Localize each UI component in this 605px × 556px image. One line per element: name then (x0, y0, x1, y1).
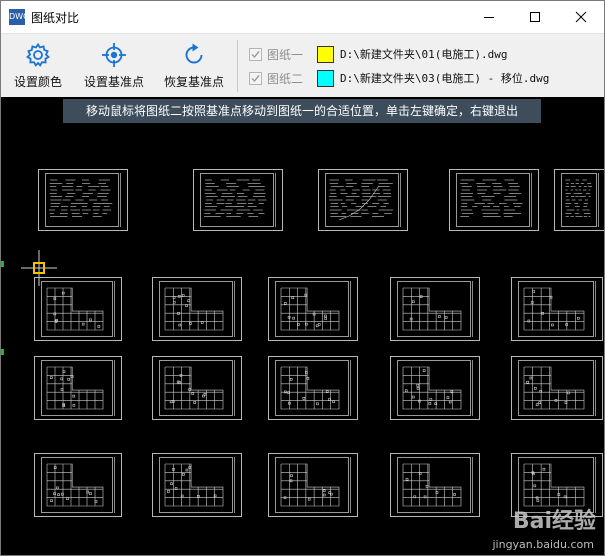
drawing-sheet-thumbnail (390, 277, 480, 341)
restore-base-point-label: 恢复基准点 (163, 75, 224, 89)
drawing-sheet-thumbnail (268, 453, 358, 517)
drawing2-color-swatch[interactable] (317, 69, 334, 87)
minimize-icon (484, 17, 494, 18)
sheet-linework (49, 179, 113, 217)
sheet-linework (164, 287, 224, 331)
sheet-linework (523, 366, 585, 410)
drawing-canvas[interactable]: 移动鼠标将图纸二按照基准点移动到图纸一的合适位置，单击左键确定，右键退出 Bai… (1, 97, 604, 555)
drawing1-color-swatch[interactable] (317, 45, 334, 63)
drawing-sheet-thumbnail (34, 453, 122, 517)
sheet-linework (164, 366, 224, 410)
drawing-sheet-thumbnail (449, 169, 539, 231)
window-title: 图纸对比 (31, 10, 80, 25)
drawing-sheet-thumbnail (268, 277, 358, 341)
instruction-hint: 移动鼠标将图纸二按照基准点移动到图纸一的合适位置，单击左键确定，右键退出 (63, 99, 541, 123)
app-icon: DWG (9, 9, 29, 25)
drawing-sheet-thumbnail (38, 169, 128, 231)
window-controls (466, 1, 604, 33)
close-icon (575, 11, 587, 23)
set-color-label: 设置颜色 (13, 75, 62, 89)
sheet-linework (402, 463, 462, 507)
watermark-url: jingyan.baidu.com (492, 538, 594, 551)
drawing1-label: 图纸一 (267, 47, 304, 62)
maximize-button[interactable] (512, 1, 558, 33)
sheet-linework (46, 366, 104, 410)
toolbar: 设置颜色 设置基准点 恢复基准点 图纸一 D:\新建文件夹\01(电施工).dw… (1, 33, 604, 98)
checkmark-icon (251, 50, 260, 58)
drawing1-row: 图纸一 D:\新建文件夹\01(电施工).dwg (249, 43, 507, 65)
drawing2-label: 图纸二 (267, 71, 304, 86)
toolbar-separator (237, 40, 238, 92)
drawing-sheet-thumbnail (34, 277, 122, 341)
drawing1-path: D:\新建文件夹\01(电施工).dwg (340, 48, 508, 61)
set-color-button[interactable]: 设置颜色 (3, 40, 73, 92)
sheet-linework (402, 287, 462, 331)
canvas-edge-marker (1, 261, 4, 267)
drawing-sheet-thumbnail (34, 356, 122, 420)
sheet-linework (46, 287, 104, 331)
drawing-sheet-thumbnail (152, 277, 242, 341)
drawing-sheet-thumbnail (390, 356, 480, 420)
sheet-linework (565, 179, 593, 217)
sheet-linework (280, 287, 340, 331)
set-base-point-button[interactable]: 设置基准点 (79, 40, 149, 92)
drawing-sheet-thumbnail (554, 169, 604, 231)
baidu-watermark-logo: Bai经验 (512, 509, 596, 534)
drawing2-row: 图纸二 D:\新建文件夹\03(电施工) - 移位.dwg (249, 67, 549, 89)
sheet-linework (164, 463, 224, 507)
sheet-linework (280, 366, 340, 410)
canvas-edge-marker (1, 349, 4, 355)
sheet-linework (46, 463, 104, 507)
gear-icon (26, 42, 50, 67)
set-base-point-label: 设置基准点 (83, 75, 144, 89)
maximize-icon (530, 12, 540, 22)
close-button[interactable] (558, 1, 604, 33)
crosshair-icon (102, 43, 126, 67)
crosshair-cursor-icon (21, 250, 57, 286)
restore-base-point-button[interactable]: 恢复基准点 (159, 40, 229, 92)
sheet-linework (402, 366, 462, 410)
drawing-sheet-thumbnail (318, 169, 408, 231)
drawing-sheet-thumbnail (390, 453, 480, 517)
drawing2-checkbox[interactable] (249, 71, 262, 85)
sheet-linework (523, 287, 585, 331)
drawing-sheet-thumbnail (152, 356, 242, 420)
drawing-sheet-thumbnail (268, 356, 358, 420)
checkmark-icon (251, 74, 260, 82)
title-bar: DWG 图纸对比 (1, 1, 604, 33)
app-window: DWG 图纸对比 设置颜色 设置基准点 恢复基准点 图纸一 D:\新建文件夹\0… (0, 0, 605, 556)
sheet-linework (460, 179, 523, 217)
sheet-linework (204, 179, 267, 217)
refresh-icon (185, 43, 203, 64)
sheet-linework (280, 463, 340, 507)
drawing2-path: D:\新建文件夹\03(电施工) - 移位.dwg (340, 72, 550, 85)
drawing-sheet-thumbnail (511, 277, 603, 341)
sheet-linework (329, 179, 394, 221)
minimize-button[interactable] (466, 1, 512, 33)
drawing-sheet-thumbnail (511, 356, 603, 420)
drawing1-checkbox[interactable] (249, 47, 262, 61)
drawing-sheet-thumbnail (193, 169, 283, 231)
drawing-sheet-thumbnail (152, 453, 242, 517)
